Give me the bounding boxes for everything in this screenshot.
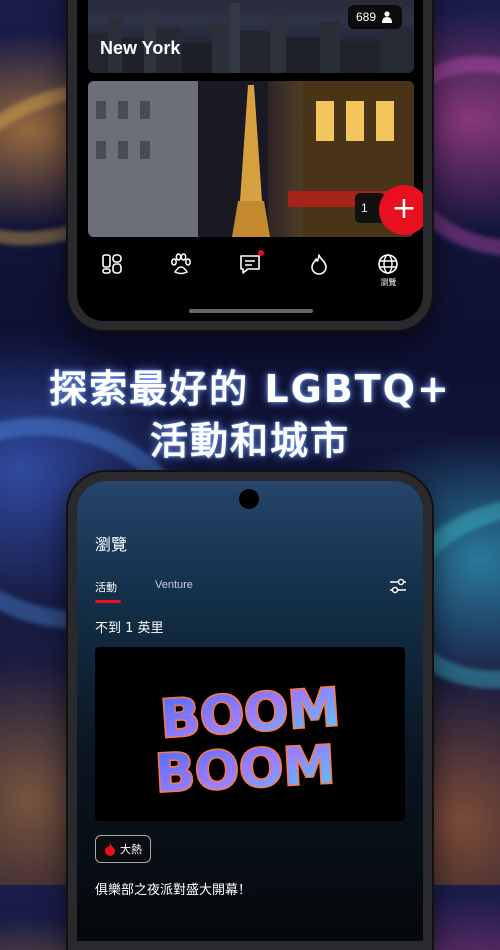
distance-section-label: 不到 1 英里 [95, 621, 164, 636]
front-camera [239, 489, 259, 509]
event-image[interactable]: BOOM BOOM [95, 647, 405, 821]
home-indicator [189, 309, 313, 313]
tab-hot[interactable] [295, 253, 343, 275]
tab-browse-label: 瀏覽 [380, 278, 397, 287]
event-title[interactable]: 俱樂部之夜派對盛大開幕！ [95, 879, 251, 898]
tab-events[interactable]: 活動 [95, 579, 121, 603]
tab-browse[interactable]: 瀏覽 [364, 253, 412, 288]
people-count: 689 [355, 10, 376, 24]
flame-icon [105, 842, 115, 856]
hot-badge-label: 大熱 [120, 843, 142, 856]
tab-messages[interactable] [226, 250, 274, 275]
headline-line-1: 探索最好的 LGBTQ+ [49, 367, 451, 411]
filter-button[interactable] [389, 577, 407, 599]
top-phone-mockup: New York 360 689 [68, 0, 432, 330]
bottom-tab-bar: 瀏覽 [77, 241, 423, 313]
city-title: New York [100, 38, 181, 58]
bottom-phone-mockup: 瀏覽 活動 Venture 不到 1 英里 BOOM BOOM 大熱 俱樂部之夜… [68, 472, 432, 950]
hot-badge: 大熱 [95, 835, 151, 863]
sliders-icon [390, 578, 406, 594]
globe-icon [378, 254, 399, 274]
add-button[interactable]: + [379, 185, 423, 235]
chat-icon [240, 255, 260, 274]
notification-dot [257, 250, 264, 256]
page-title: 瀏覽 [95, 535, 128, 554]
tab-venture[interactable]: Venture [155, 579, 193, 595]
headline-line-2: 活動和城市 [149, 419, 350, 463]
boom-text-line-2: BOOM [154, 735, 337, 804]
city-card-new-york[interactable]: New York 360 689 [88, 0, 414, 73]
tab-paw[interactable] [157, 253, 205, 275]
person-icon [382, 11, 392, 23]
paw-icon [170, 253, 191, 275]
boom-boom-artwork: BOOM BOOM [152, 676, 343, 806]
flame-icon [311, 254, 327, 275]
people-count-badge: 689 [347, 5, 402, 29]
grid-icon [101, 254, 122, 274]
tab-grid[interactable] [88, 253, 136, 275]
browse-tabs: 活動 Venture [95, 579, 193, 603]
